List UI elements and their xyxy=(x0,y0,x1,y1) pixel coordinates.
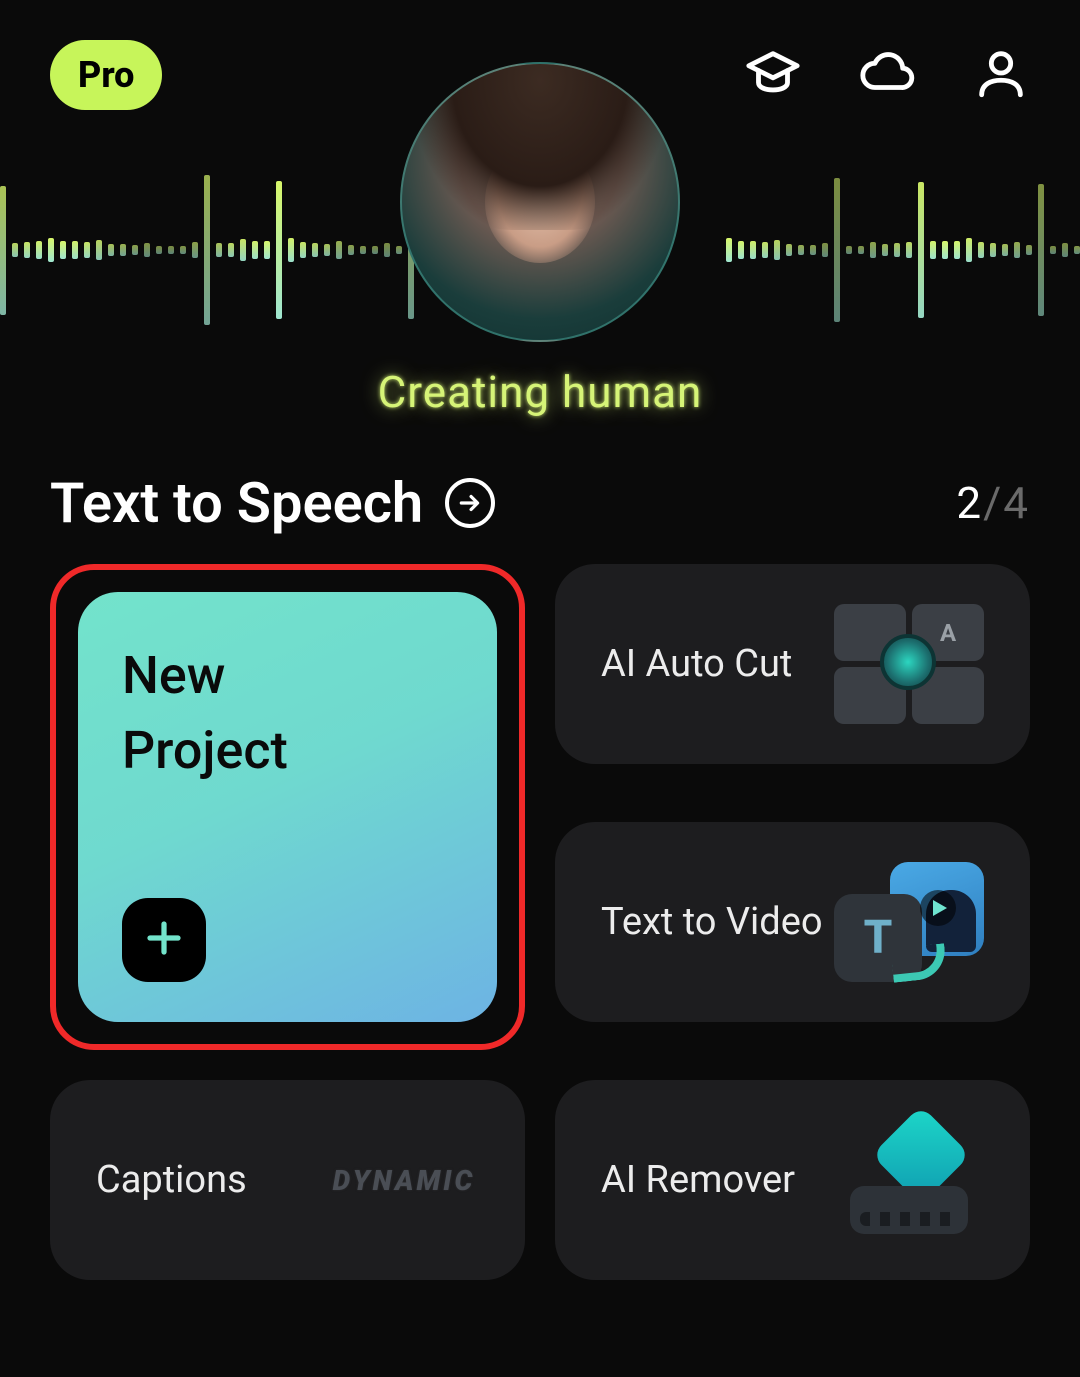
captions-badge: DYNAMIC xyxy=(333,1164,476,1197)
ai-remover-icon xyxy=(834,1120,984,1240)
tools-grid: New Project AI Auto Cut Text to Video T xyxy=(0,564,1080,1280)
pager: 2/4 xyxy=(956,477,1030,529)
text-to-video-card[interactable]: Text to Video T xyxy=(555,822,1030,1022)
arrow-right-circle-icon xyxy=(445,478,495,528)
new-project-card[interactable]: New Project xyxy=(78,592,497,1022)
section-header: Text to Speech 2/4 xyxy=(0,430,1080,564)
pro-badge-label: Pro xyxy=(78,54,134,96)
pager-separator: / xyxy=(983,477,1003,529)
section-title-wrap[interactable]: Text to Speech xyxy=(50,470,495,536)
ai-remover-label: AI Remover xyxy=(601,1158,795,1202)
hero-banner: Creating human xyxy=(0,110,1080,430)
pro-badge[interactable]: Pro xyxy=(50,40,162,110)
new-project-title: New Project xyxy=(122,638,453,789)
plus-icon xyxy=(143,917,185,963)
new-project-highlight: New Project xyxy=(50,564,525,1050)
header: Pro xyxy=(0,0,1080,110)
graduation-cap-icon[interactable] xyxy=(744,44,802,106)
ai-auto-cut-card[interactable]: AI Auto Cut xyxy=(555,564,1030,764)
pager-total: 4 xyxy=(1003,477,1030,529)
captions-label: Captions xyxy=(96,1158,247,1202)
ai-auto-cut-label: AI Auto Cut xyxy=(601,642,792,686)
section-title: Text to Speech xyxy=(50,470,423,536)
captions-card[interactable]: Captions DYNAMIC xyxy=(50,1080,525,1280)
captions-dynamic-icon: DYNAMIC xyxy=(329,1120,479,1240)
cloud-icon[interactable] xyxy=(858,44,916,106)
new-project-plus-button[interactable] xyxy=(122,898,206,982)
ai-auto-cut-icon xyxy=(834,604,984,724)
profile-icon[interactable] xyxy=(972,44,1030,106)
text-to-video-icon: T xyxy=(834,862,984,982)
ai-remover-card[interactable]: AI Remover xyxy=(555,1080,1030,1280)
hero-caption: Creating human xyxy=(378,366,703,418)
pager-current: 2 xyxy=(956,477,983,529)
header-icons xyxy=(744,44,1030,106)
text-to-video-label: Text to Video xyxy=(601,900,823,944)
